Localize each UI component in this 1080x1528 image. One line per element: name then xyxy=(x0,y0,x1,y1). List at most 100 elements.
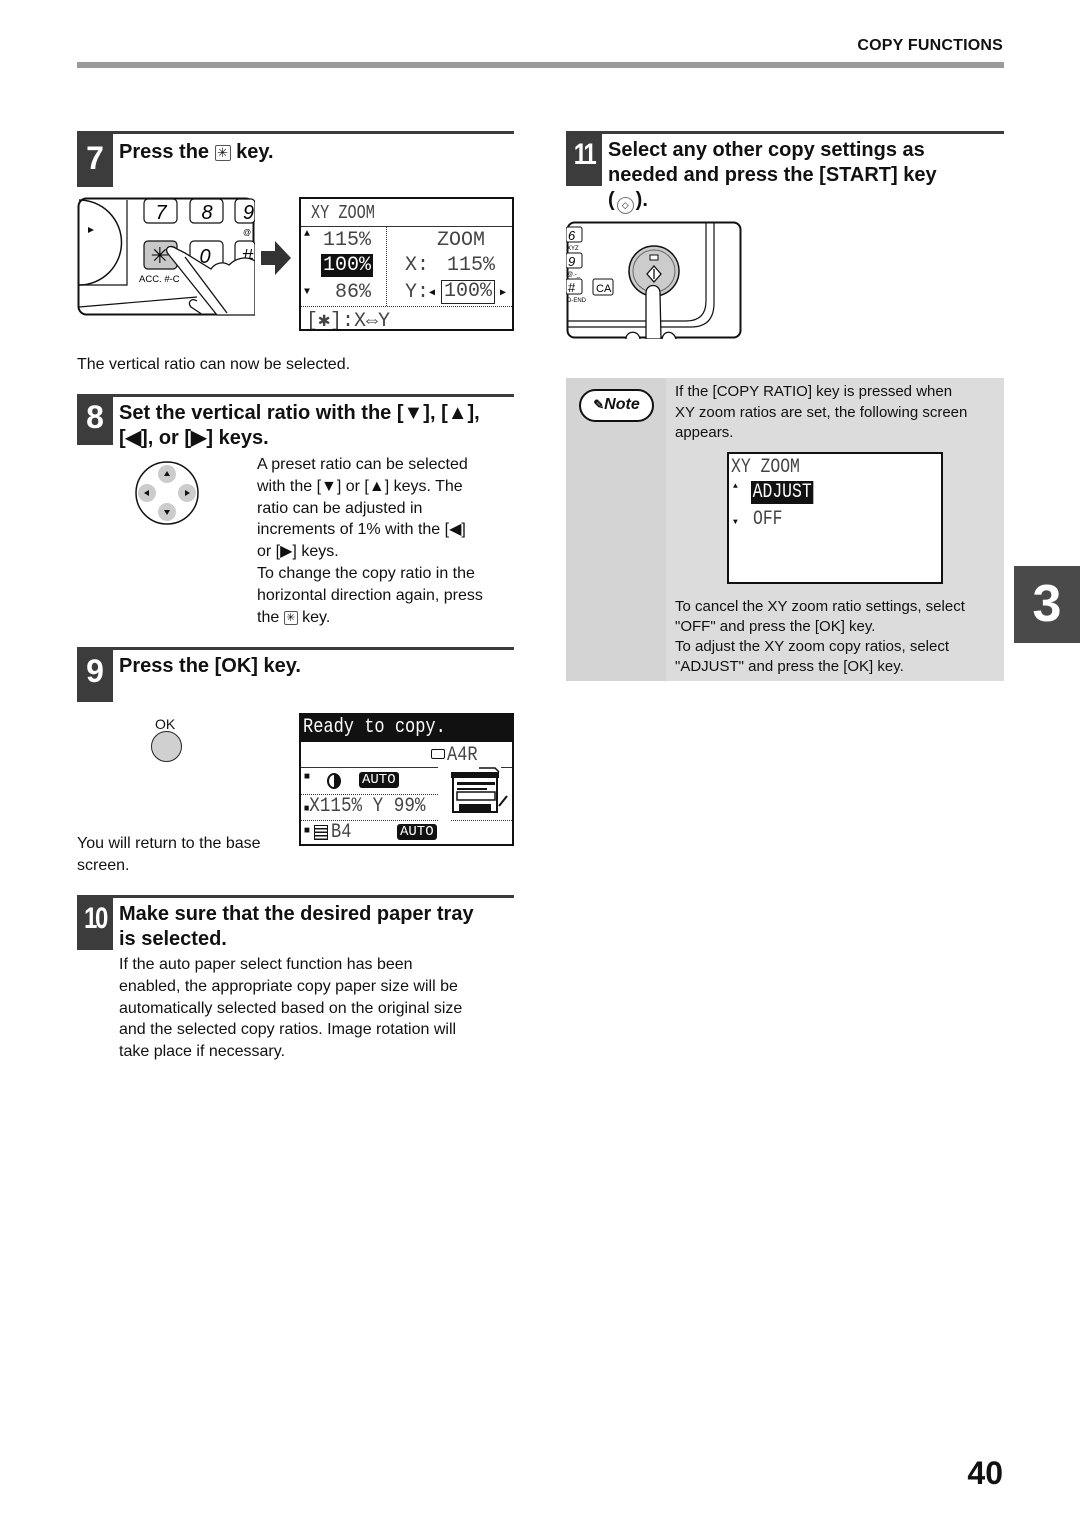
tray-auto-badge: AUTO xyxy=(397,824,437,840)
step-number: 7 xyxy=(77,134,113,187)
step-8-body: A preset ratio can be selected with the … xyxy=(257,454,517,628)
step-number: 9 xyxy=(77,650,113,702)
key-7: 7 xyxy=(155,202,167,224)
step-number: 10 xyxy=(77,898,113,950)
section-header-title: COPY FUNCTIONS xyxy=(857,37,1003,54)
title-line: [◀], or [▶] keys. xyxy=(119,427,269,449)
chapter-tab: 3 xyxy=(1014,566,1080,643)
body-line: the ✳ key. xyxy=(257,608,331,626)
exposure-auto-badge: AUTO xyxy=(359,772,399,788)
svg-text:XYZ: XYZ xyxy=(567,246,579,252)
key-hash: # xyxy=(568,280,576,295)
step-10: 10 Make sure that the desired paper tray… xyxy=(77,895,514,950)
up-arrow-icon: ▲ xyxy=(304,229,311,240)
start-key-icon: ◇ xyxy=(616,197,634,214)
zoom-label: ZOOM xyxy=(437,229,486,252)
paper-size: A4R xyxy=(447,744,478,767)
title-text: key. xyxy=(230,141,274,163)
asterisk-key-icon: ✳ xyxy=(283,610,298,625)
page-number: 40 xyxy=(967,1455,1003,1491)
lcd-title: XY ZOOM xyxy=(311,202,375,224)
title-line: Make sure that the desired paper tray xyxy=(119,903,474,925)
swap-key-hint: [✱]:X⇔Y xyxy=(306,307,391,331)
key-8: 8 xyxy=(201,202,212,224)
keypad-illustration: 7 8 9 @ ✳ 0 # ACC. #-C xyxy=(77,197,255,316)
ratio-option-selected[interactable]: 100% xyxy=(321,254,374,277)
footer-key: [✱] xyxy=(306,310,343,331)
step-title: Select any other copy settings as needed… xyxy=(608,134,1004,214)
y-label: Y: xyxy=(405,281,430,304)
xy-zoom-menu-lcd: XY ZOOM ▲ ADJUST ▼ OFF xyxy=(727,452,943,584)
step-title: Press the ✳ key. xyxy=(119,134,514,165)
start-key-panel-illustration: 6 XYZ 9 @.-_ # D-END CA xyxy=(566,221,742,339)
note-intro: If the [COPY RATIO] key is pressed when … xyxy=(675,383,968,441)
step-9-heading: 9 Press the [OK] key. xyxy=(77,647,514,702)
menu-option-off[interactable]: OFF xyxy=(753,508,783,531)
ratio-option[interactable]: 115% xyxy=(323,229,371,252)
copier-machine-icon xyxy=(451,767,508,813)
title-line: Select any other copy settings as xyxy=(608,139,925,161)
step-number: 11 xyxy=(566,134,602,186)
arrow-right-icon xyxy=(261,241,291,275)
direction-keys-icon xyxy=(135,461,199,525)
copy-ratio-readout: ■X115% Y 99% xyxy=(304,795,426,818)
ok-key-label: OK xyxy=(155,716,176,732)
title-line: Set the vertical ratio with the [▼], [▲]… xyxy=(119,402,480,424)
up-arrow-icon: ▲ xyxy=(733,482,738,491)
ca-key-label: CA xyxy=(596,283,612,295)
footer-text: :X⇔Y xyxy=(342,310,391,331)
ok-key-button[interactable] xyxy=(151,731,182,762)
tray-icon xyxy=(314,825,328,840)
step-title: Press the [OK] key. xyxy=(119,655,301,677)
title-line: (◇). xyxy=(608,188,1004,214)
step-10-body: If the auto paper select function has be… xyxy=(119,956,463,1061)
at-label: @ xyxy=(243,228,251,237)
step-8-heading: 8 Set the vertical ratio with the [▼], [… xyxy=(77,394,514,449)
note-instructions: To cancel the XY zoom ratio settings, se… xyxy=(675,598,965,675)
step-number: 8 xyxy=(77,397,113,445)
step-7: 7 Press the ✳ key. xyxy=(77,131,514,187)
menu-option-adjust[interactable]: ADJUST xyxy=(751,481,814,504)
key-asterisk: ✳ xyxy=(151,244,169,269)
left-arrow-icon: ◀ xyxy=(429,288,436,299)
step-7-caption: The vertical ratio can now be selected. xyxy=(77,356,351,373)
step-10-heading: 10 Make sure that the desired paper tray… xyxy=(77,895,514,950)
step-8: 8 Set the vertical ratio with the [▼], [… xyxy=(77,394,514,449)
step-11-heading: 11 Select any other copy settings as nee… xyxy=(566,131,1004,214)
step-9-caption: You will return to the base screen. xyxy=(77,835,261,874)
body-line: with the [▼] or [▲] keys. The xyxy=(257,477,463,495)
status-text: Ready to copy. xyxy=(303,716,446,739)
right-arrow-icon: ▶ xyxy=(500,288,507,299)
x-label: X: xyxy=(405,254,430,277)
title-line: is selected. xyxy=(119,928,227,950)
lcd-title: XY ZOOM xyxy=(731,456,800,479)
down-arrow-icon: ▼ xyxy=(733,518,738,527)
key-9: 9 xyxy=(568,254,575,269)
body-line: increments of 1% with the [◀] xyxy=(257,521,466,539)
body-line: A preset ratio can be selected xyxy=(257,456,468,473)
x-value: 115% xyxy=(447,254,496,277)
key-sub-label: ACC. #-C xyxy=(139,274,180,285)
ratio-option[interactable]: 86% xyxy=(335,281,371,304)
note-box: ✎Note If the [COPY RATIO] key is pressed… xyxy=(566,378,1004,681)
title-text: Press the xyxy=(119,141,215,163)
tray-size: B4 xyxy=(331,821,352,844)
header-rule xyxy=(77,62,1004,68)
step-7-heading: 7 Press the ✳ key. xyxy=(77,131,514,187)
step-title: Make sure that the desired paper tray is… xyxy=(119,898,514,952)
note-badge: ✎Note xyxy=(579,389,654,422)
step-title: Set the vertical ratio with the [▼], [▲]… xyxy=(119,397,514,451)
y-value-box[interactable]: 100% xyxy=(441,280,496,304)
step-9: 9 Press the [OK] key. xyxy=(77,647,514,702)
body-line: horizontal direction again, press xyxy=(257,586,483,604)
asterisk-key-icon: ✳ xyxy=(214,145,231,161)
title-line: needed and press the [START] key xyxy=(608,164,937,186)
body-line: ratio can be adjusted in xyxy=(257,499,423,517)
svg-text:@.-_: @.-_ xyxy=(567,272,581,278)
down-arrow-icon: ▼ xyxy=(304,287,311,298)
body-line: or [▶] keys. xyxy=(257,543,339,561)
svg-text:D-END: D-END xyxy=(567,298,587,304)
key-9: 9 xyxy=(243,202,254,224)
exposure-icon xyxy=(327,773,341,789)
xy-zoom-lcd-screen: XY ZOOM ▲ ▼ 115% 100% 86% ZOOM X: 115% Y… xyxy=(299,197,514,331)
